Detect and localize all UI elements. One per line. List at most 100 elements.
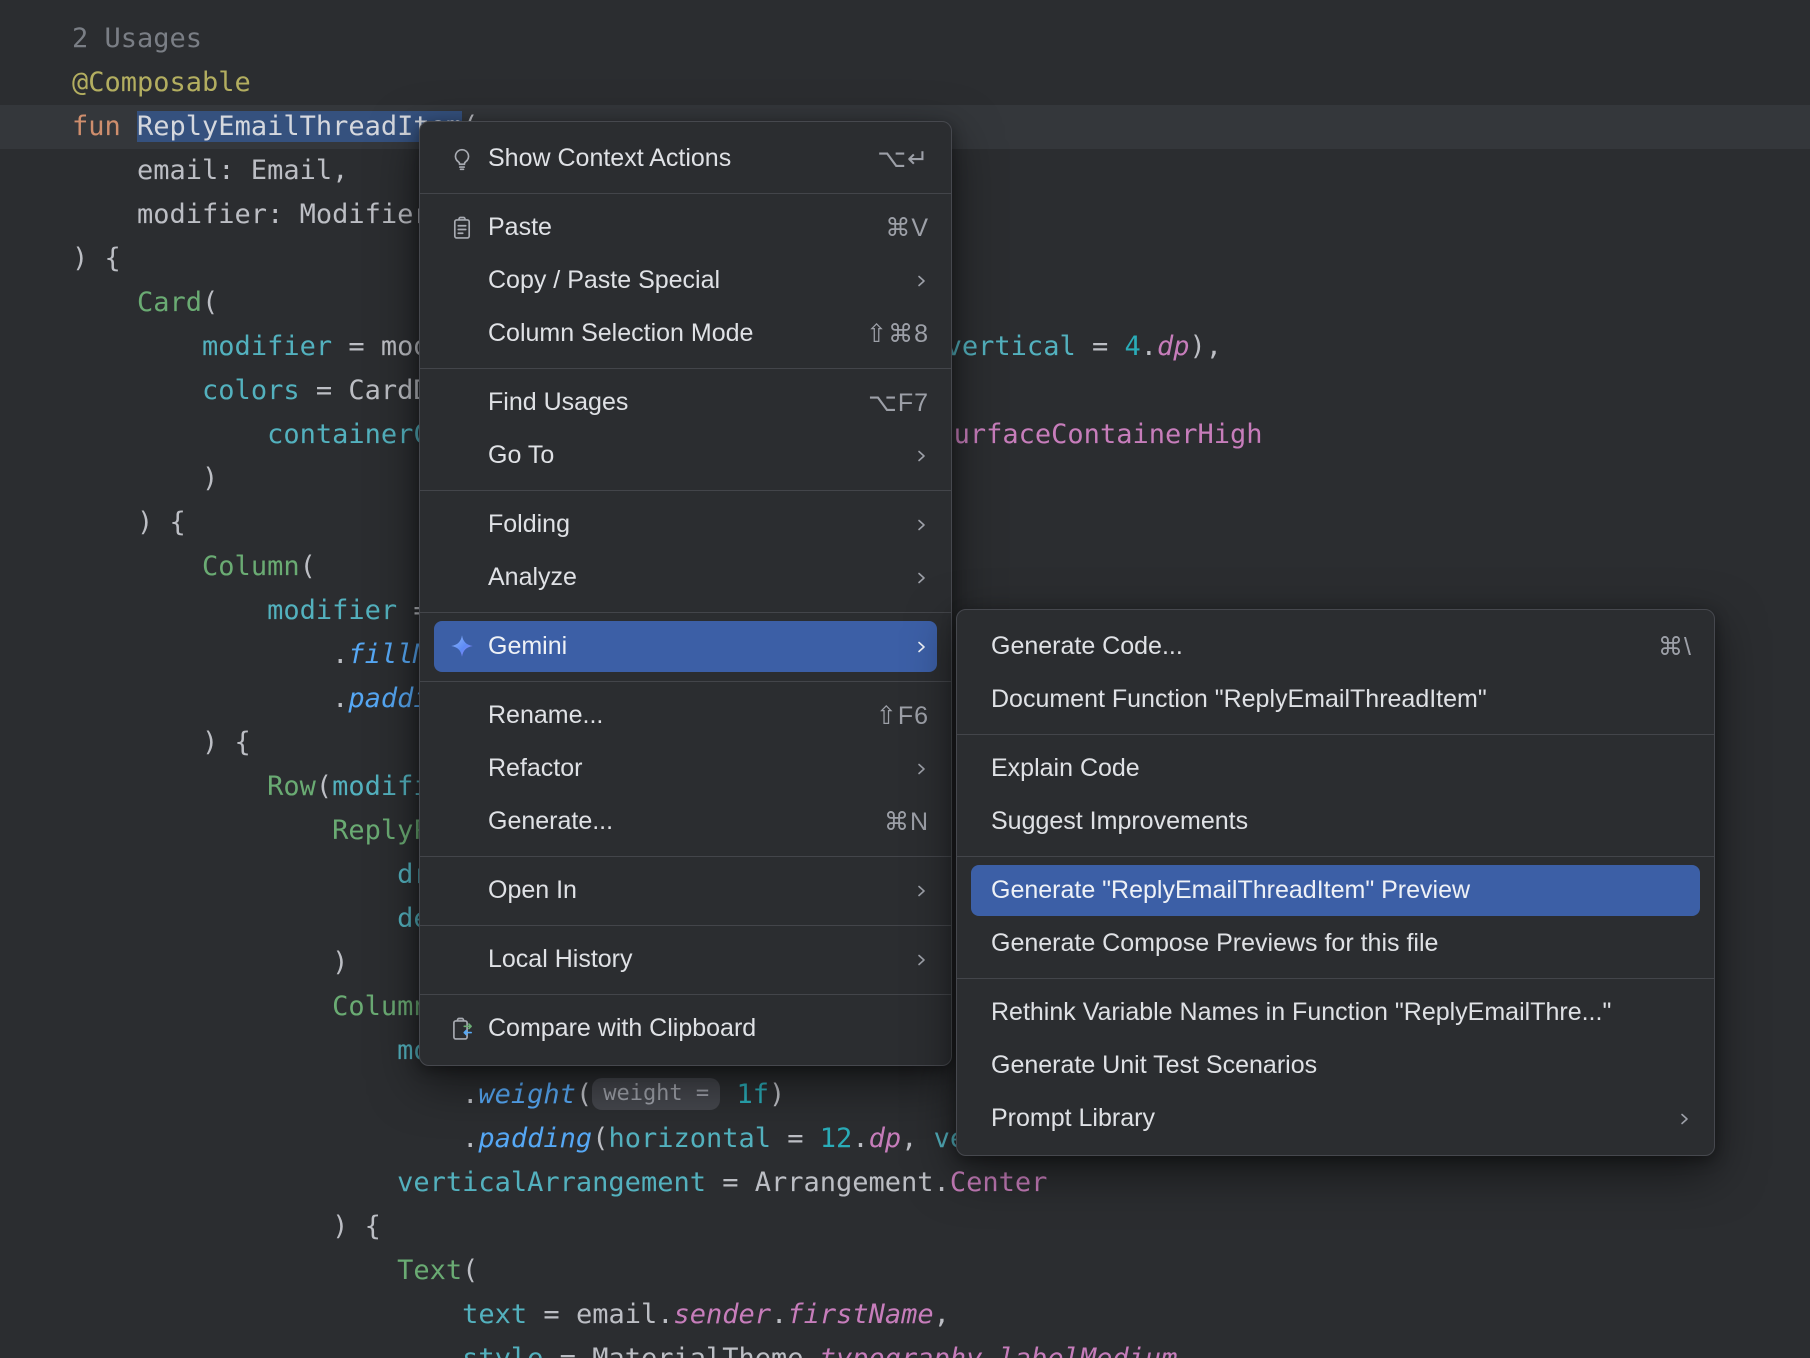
chevron-right-icon xyxy=(1676,1111,1692,1127)
menu-item-find-usages[interactable]: Find Usages⌥F7 xyxy=(420,376,951,429)
menu-item-label: Compare with Clipboard xyxy=(488,1014,929,1043)
menu-item-shortcut: ⌘V xyxy=(885,213,929,243)
code-token: @Composable xyxy=(72,67,251,98)
menu-item-rethink-variable-names-in-function-replyemailthre[interactable]: Rethink Variable Names in Function "Repl… xyxy=(957,986,1714,1039)
menu-item-show-context-actions[interactable]: Show Context Actions⌥↵ xyxy=(420,132,951,185)
menu-item-label: Column Selection Mode xyxy=(488,319,842,348)
menu-item-suggest-improvements[interactable]: Suggest Improvements xyxy=(957,795,1714,848)
menu-item-label: Local History xyxy=(488,945,889,974)
menu-item-label: Prompt Library xyxy=(991,1104,1652,1133)
code-line[interactable]: style = MaterialTheme.typography.labelMe… xyxy=(72,1337,1810,1358)
chevron-right-icon xyxy=(913,273,929,289)
menu-item-shortcut: ⌘N xyxy=(884,807,929,837)
menu-separator xyxy=(420,368,951,369)
code-token: = xyxy=(527,1299,576,1330)
paste-icon xyxy=(448,214,476,242)
menu-item-paste[interactable]: Paste ⌘V xyxy=(420,201,951,254)
code-token: Column xyxy=(332,991,430,1022)
menu-item-open-in[interactable]: Open In xyxy=(420,864,951,917)
menu-item-generate-code[interactable]: Generate Code...⌘\ xyxy=(957,620,1714,673)
menu-item-generate[interactable]: Generate... ⌘N xyxy=(420,795,951,848)
code-token: colors xyxy=(202,375,300,406)
menu-item-copy-paste-special[interactable]: Copy / Paste Special xyxy=(420,254,951,307)
menu-item-prompt-library[interactable]: Prompt Library xyxy=(957,1092,1714,1145)
code-line[interactable]: text = email.sender.firstName, xyxy=(72,1293,1810,1337)
menu-item-go-to[interactable]: Go To xyxy=(420,429,951,482)
menu-item-shortcut: ⇧F6 xyxy=(876,701,929,731)
menu-item-label: Generate Unit Test Scenarios xyxy=(991,1051,1692,1080)
menu-item-icon-slot xyxy=(448,511,476,539)
code-token: ( xyxy=(316,771,332,802)
parameter-name-hint: weight = xyxy=(592,1078,720,1110)
menu-item-label: Analyze xyxy=(488,563,889,592)
code-token: = xyxy=(771,1123,820,1154)
menu-item-compare-with-clipboard[interactable]: Compare with Clipboard xyxy=(420,1002,951,1055)
menu-item-refactor[interactable]: Refactor xyxy=(420,742,951,795)
chevron-right-icon xyxy=(913,448,929,464)
menu-item-label: Suggest Improvements xyxy=(991,807,1692,836)
menu-item-label: Find Usages xyxy=(488,388,844,417)
menu-item-explain-code[interactable]: Explain Code xyxy=(957,742,1714,795)
code-token: 2 Usages xyxy=(72,23,202,54)
code-token: Arrangement. xyxy=(755,1167,950,1198)
menu-item-local-history[interactable]: Local History xyxy=(420,933,951,986)
usages-inlay-hint[interactable]: 2 Usages xyxy=(72,17,1810,61)
menu-item-rename[interactable]: Rename...⇧F6 xyxy=(420,689,951,742)
chevron-right-icon xyxy=(913,952,929,968)
code-token xyxy=(72,595,267,626)
code-token: ) xyxy=(72,463,218,494)
code-token: ) { xyxy=(72,727,251,758)
code-token xyxy=(72,859,397,890)
code-token xyxy=(720,1079,736,1110)
code-token xyxy=(72,771,267,802)
code-line[interactable]: verticalArrangement = Arrangement.Center xyxy=(72,1161,1810,1205)
chevron-right-icon xyxy=(913,570,929,586)
menu-item-label: Generate "ReplyEmailThreadItem" Preview xyxy=(991,876,1692,905)
code-token xyxy=(72,1343,462,1358)
menu-item-label: Go To xyxy=(488,441,889,470)
code-token: vertical xyxy=(946,331,1076,362)
code-token: = xyxy=(706,1167,755,1198)
code-token xyxy=(72,1299,462,1330)
menu-item-icon-slot xyxy=(448,442,476,470)
code-token: dp xyxy=(869,1123,902,1154)
chevron-right-icon xyxy=(913,883,929,899)
code-token: dp xyxy=(1157,331,1190,362)
menu-item-generate-replyemailthreaditem-preview[interactable]: Generate "ReplyEmailThreadItem" Preview xyxy=(957,864,1714,917)
menu-item-shortcut: ⇧⌘8 xyxy=(866,319,929,349)
menu-item-label: Paste xyxy=(488,213,861,242)
selected-identifier: ReplyEmailThreadItem xyxy=(137,111,462,142)
code-token: urfaceContainerHigh xyxy=(954,419,1263,450)
menu-item-icon-slot xyxy=(448,877,476,905)
code-token: ( xyxy=(592,1123,608,1154)
code-line[interactable]: @Composable xyxy=(72,61,1810,105)
menu-item-column-selection-mode[interactable]: Column Selection Mode ⇧⌘8 xyxy=(420,307,951,360)
code-token xyxy=(72,1255,397,1286)
menu-item-label: Document Function "ReplyEmailThreadItem" xyxy=(991,685,1692,714)
menu-item-generate-compose-previews-for-this-file[interactable]: Generate Compose Previews for this file xyxy=(957,917,1714,970)
code-line[interactable]: Text( xyxy=(72,1249,1810,1293)
code-token xyxy=(72,1167,397,1198)
menu-item-document-function-replyemailthreaditem[interactable]: Document Function "ReplyEmailThreadItem" xyxy=(957,673,1714,726)
code-token xyxy=(72,287,137,318)
code-token: . xyxy=(1141,331,1157,362)
code-token: style xyxy=(462,1343,543,1358)
code-token: Card xyxy=(137,287,202,318)
menu-item-label: Copy / Paste Special xyxy=(488,266,889,295)
code-token: ) xyxy=(72,947,348,978)
code-token: weight xyxy=(478,1079,576,1110)
menu-item-generate-unit-test-scenarios[interactable]: Generate Unit Test Scenarios xyxy=(957,1039,1714,1092)
code-token: paddi xyxy=(348,683,429,714)
code-token: padding xyxy=(478,1123,592,1154)
code-line[interactable]: ) { xyxy=(72,1205,1810,1249)
menu-item-icon-slot xyxy=(448,389,476,417)
menu-item-label: Open In xyxy=(488,876,889,905)
menu-item-label: Generate... xyxy=(488,807,860,836)
menu-item-folding[interactable]: Folding xyxy=(420,498,951,551)
menu-item-icon-slot xyxy=(448,755,476,783)
menu-item-analyze[interactable]: Analyze xyxy=(420,551,951,604)
code-token: ReplyP xyxy=(332,815,430,846)
menu-item-gemini[interactable]: Gemini xyxy=(420,620,951,673)
code-token: typography xyxy=(820,1343,983,1358)
menu-item-label: Show Context Actions xyxy=(488,144,853,173)
